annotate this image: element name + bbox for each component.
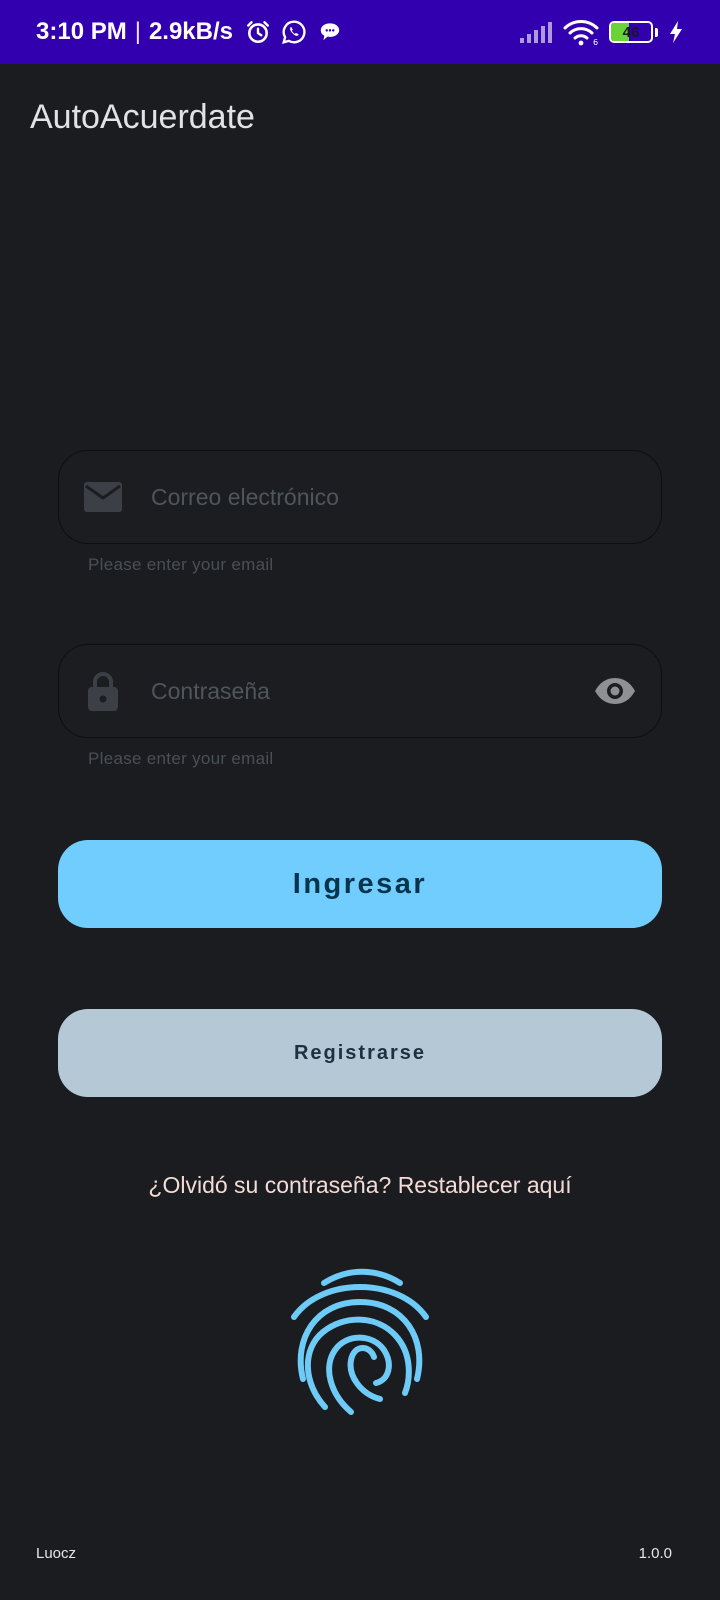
status-bar: 3:10 PM | 2.9kB/s 6 46 [0, 0, 720, 64]
password-input[interactable] [151, 645, 593, 737]
forgot-password-link[interactable]: ¿Olvidó su contraseña? Restablecer aquí [0, 1172, 720, 1199]
whatsapp-icon [282, 20, 306, 44]
login-button[interactable]: Ingresar [58, 840, 662, 928]
alarm-icon [247, 21, 269, 44]
battery-level: 46 [622, 23, 640, 41]
status-time: 3:10 PM [36, 18, 127, 45]
signal-icon [520, 22, 552, 43]
status-left: 3:10 PM | 2.9kB/s [36, 18, 343, 46]
battery-tip [655, 27, 658, 37]
app-title: AutoAcuerdate [30, 98, 255, 136]
password-helper-text: Please enter your email [88, 749, 274, 768]
notification-icons [245, 19, 343, 45]
footer-version: 1.0.0 [638, 1545, 672, 1562]
fingerprint-icon[interactable] [290, 1266, 430, 1420]
svg-text:6: 6 [593, 38, 598, 46]
footer-author: Luocz [36, 1545, 77, 1562]
battery-icon: 46 [609, 21, 653, 43]
email-input[interactable] [151, 451, 637, 543]
password-field[interactable] [58, 644, 662, 738]
lock-icon [83, 671, 123, 711]
status-right: 6 46 [519, 18, 684, 46]
status-net-speed: 2.9kB/s [148, 18, 233, 45]
eye-icon[interactable] [593, 669, 637, 713]
email-field[interactable] [58, 450, 662, 544]
charging-icon [670, 21, 682, 43]
wifi-icon: 6 [563, 20, 599, 46]
status-separator: | [134, 18, 141, 45]
chat-icon [320, 23, 340, 41]
email-helper-text: Please enter your email [88, 555, 274, 574]
mail-icon [83, 477, 123, 517]
register-button[interactable]: Registrarse [58, 1009, 662, 1097]
